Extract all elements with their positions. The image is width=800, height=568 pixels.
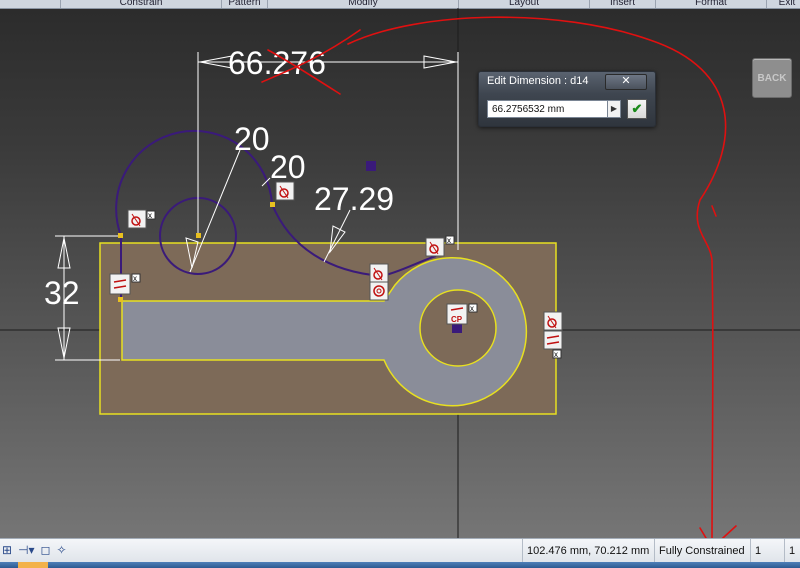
arc-center-point[interactable] <box>366 161 376 171</box>
sketch-point[interactable] <box>118 297 123 302</box>
close-icon: ✕ <box>621 75 631 87</box>
checkmark-icon[interactable]: ✔ <box>627 99 647 119</box>
tangent-constraint-icon[interactable] <box>369 263 389 283</box>
dimension-display-icon[interactable]: ⊣▾ <box>18 543 34 557</box>
svg-text:x: x <box>554 350 558 359</box>
dimension-value-input[interactable]: 66.2756532 mm <box>487 100 611 118</box>
coincident-glyph-text: CP <box>451 315 463 324</box>
svg-text:x: x <box>148 211 152 220</box>
svg-text:x: x <box>470 304 474 313</box>
sketch-point[interactable] <box>118 233 123 238</box>
taskbar-app-button[interactable] <box>18 562 48 568</box>
tangent-constraint-icon[interactable] <box>543 311 563 331</box>
concentric-constraint-icon[interactable] <box>369 281 389 301</box>
view-cube-icon[interactable]: ◻ <box>41 543 51 557</box>
tangent-constraint-icon[interactable] <box>275 181 295 201</box>
back-button[interactable]: BACK <box>752 58 792 98</box>
dialog-title: Edit Dimension : d14 <box>487 75 589 87</box>
tangent-constraint-icon[interactable]: x <box>127 209 156 229</box>
svg-text:x: x <box>447 236 451 245</box>
status-coordinates: 102.476 mm, 70.212 mm <box>522 539 652 563</box>
dialog-close-button[interactable]: ✕ <box>605 74 647 90</box>
dim-text-vertical[interactable]: 32 <box>44 275 80 311</box>
dim-text-radius-arc[interactable]: 20 <box>270 149 306 185</box>
sketch-point[interactable] <box>196 233 201 238</box>
status-count-b: 1 <box>784 539 800 563</box>
status-count-a: 1 <box>750 539 784 563</box>
dim-text-radius-large[interactable]: 27.29 <box>314 181 394 217</box>
status-bar: ⊞ ⊣▾ ◻ ✧ 102.476 mm, 70.212 mm Fully Con… <box>0 538 800 563</box>
sketch-graphics: 66.276 32 20 20 27.29 x x x CP x x <box>0 8 800 550</box>
sketch-point[interactable] <box>270 202 275 207</box>
svg-text:x: x <box>133 274 137 283</box>
constraint-infer-icon[interactable]: ✧ <box>57 543 67 557</box>
dim-text-radius-small[interactable]: 20 <box>234 121 270 157</box>
grid-snap-icon[interactable]: ⊞ <box>2 543 12 557</box>
status-tools: ⊞ ⊣▾ ◻ ✧ <box>2 543 67 557</box>
windows-taskbar <box>0 562 800 568</box>
edit-dimension-dialog: Edit Dimension : d14 ✕ 66.2756532 mm ▶ ✔ <box>478 71 656 127</box>
triangle-right-icon[interactable]: ▶ <box>607 100 621 118</box>
status-constraint-state: Fully Constrained <box>654 539 750 563</box>
